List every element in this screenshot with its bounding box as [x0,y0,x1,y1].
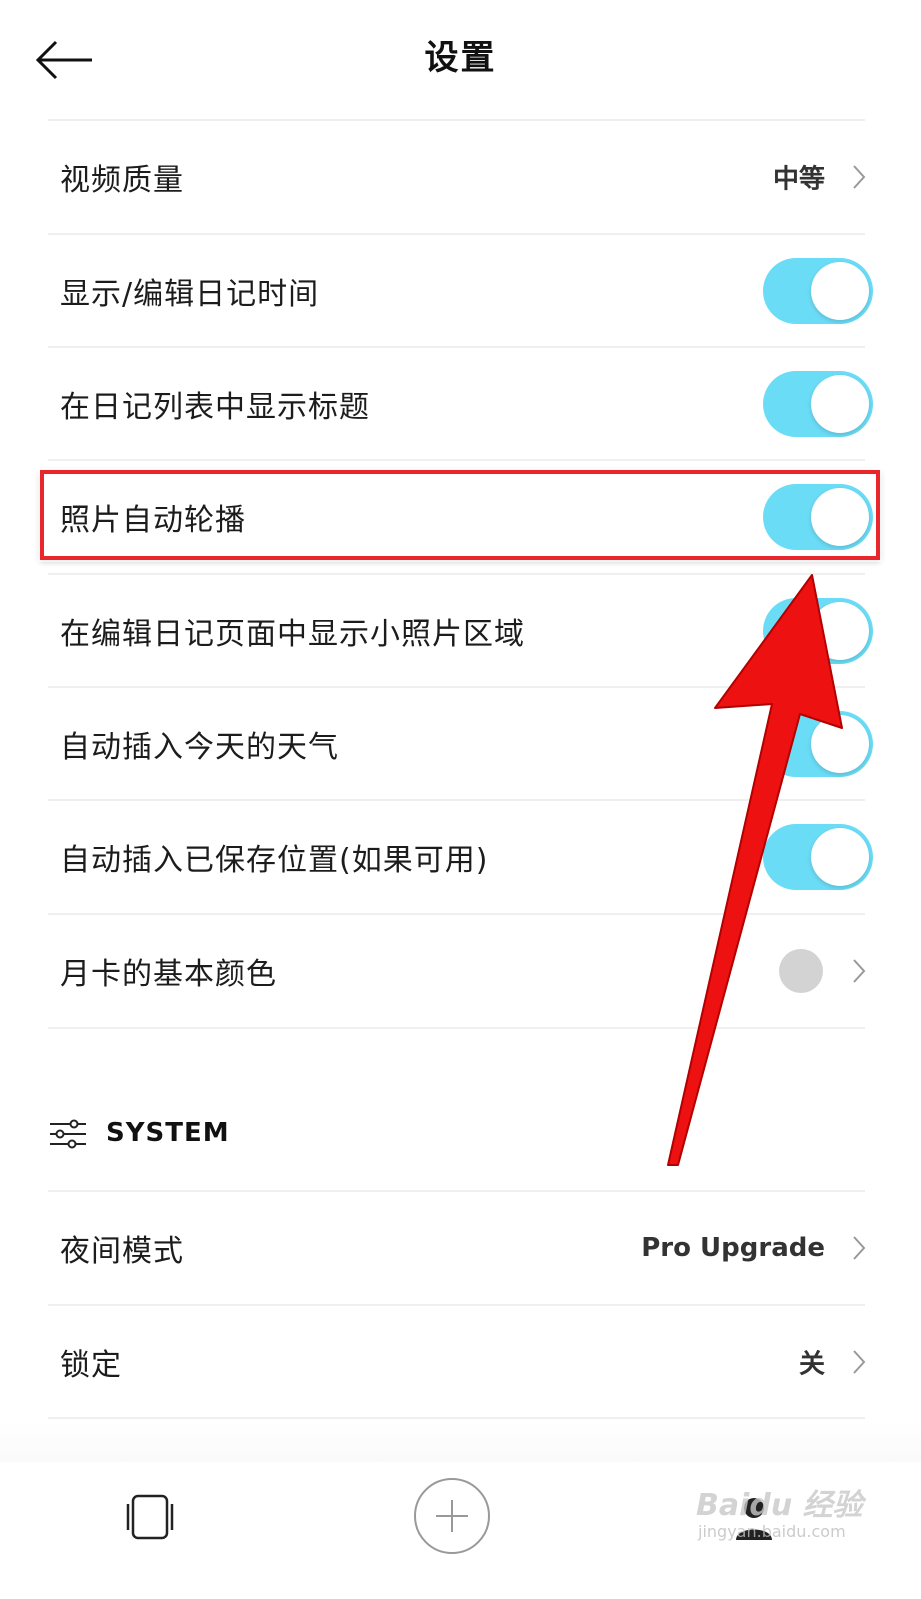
toggle-switch[interactable] [763,483,873,550]
bottom-tab-bar [0,1462,921,1599]
settings-row-video-quality[interactable]: 视频质量 中等 [48,120,873,233]
toggle-knob [811,714,869,773]
divider [48,1417,865,1419]
settings-row-photo-autoplay: 照片自动轮播 [48,460,873,573]
chevron-right-icon [853,1349,866,1374]
settings-row-small-photo-area: 在编辑日记页面中显示小照片区域 [48,574,873,687]
settings-row-month-card-color[interactable]: 月卡的基本颜色 [48,914,873,1027]
settings-row-auto-location: 自动插入已保存位置(如果可用) [48,800,873,913]
page-title: 设置 [424,38,497,78]
row-label: 在编辑日记页面中显示小照片区域 [60,616,525,652]
toggle-knob [811,487,869,546]
bottom-fade [0,1420,921,1462]
section-header-system: SYSTEM [48,1110,448,1160]
row-label: 锁定 [60,1347,122,1383]
row-value: 中等 [772,164,825,194]
row-label: 照片自动轮播 [60,502,246,538]
toggle-switch[interactable] [763,597,873,664]
toggle-knob [811,601,869,660]
profile-icon [736,1498,772,1540]
settings-row-lock[interactable]: 锁定 关 [48,1305,873,1418]
settings-row-show-title: 在日记列表中显示标题 [48,347,873,460]
tab-profile[interactable] [734,1492,774,1542]
toggle-switch[interactable] [763,823,873,890]
add-entry-button[interactable] [412,1476,492,1556]
row-label: 在日记列表中显示标题 [60,389,370,425]
toggle-switch[interactable] [763,710,873,777]
settings-row-show-edit-time: 显示/编辑日记时间 [48,234,873,347]
diary-icon [126,1494,174,1540]
row-label: 月卡的基本颜色 [60,956,277,992]
settings-row-night-mode[interactable]: 夜间模式 Pro Upgrade [48,1191,873,1304]
settings-row-auto-weather: 自动插入今天的天气 [48,687,873,800]
row-value: Pro Upgrade [641,1232,825,1263]
chevron-right-icon [853,164,866,189]
chevron-right-icon [853,958,866,983]
row-label: 显示/编辑日记时间 [60,276,320,312]
sliders-icon [50,1119,86,1149]
row-label: 自动插入已保存位置(如果可用) [60,842,489,878]
section-title: SYSTEM [106,1118,230,1148]
add-icon [414,1478,490,1554]
toggle-switch[interactable] [763,257,873,324]
toggle-switch[interactable] [763,370,873,437]
chevron-right-icon [853,1235,866,1260]
toggle-knob [811,374,869,433]
divider [48,1027,865,1029]
toggle-knob [811,261,869,320]
row-value: 关 [798,1349,825,1379]
tab-diary[interactable] [120,1492,180,1542]
row-label: 夜间模式 [60,1233,184,1269]
row-label: 视频质量 [60,162,184,198]
header: 设置 [0,0,921,120]
row-label: 自动插入今天的天气 [60,729,339,765]
toggle-knob [811,827,869,886]
color-swatch [779,948,823,993]
